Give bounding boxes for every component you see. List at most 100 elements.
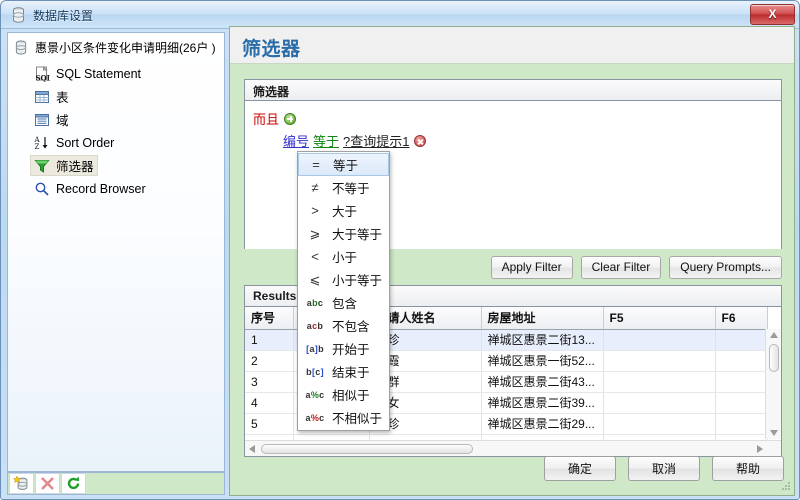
close-button[interactable]: X xyxy=(750,4,795,25)
page-header: 筛选器 xyxy=(230,27,794,64)
column-header-f6[interactable]: F6 xyxy=(715,307,768,330)
operator-option-label: 大于 xyxy=(332,205,358,219)
cell-seq: 4 xyxy=(245,392,294,414)
tree-root-node[interactable]: 惠景小区条件变化申请明细(26户 ) xyxy=(14,39,216,56)
cell-address: 禅城区惠景二街29... xyxy=(481,413,604,435)
less-than-icon: < xyxy=(311,249,319,264)
ends-with-icon: b[c] xyxy=(306,366,324,377)
operator-dropdown-menu[interactable]: = 等于 ≠ 不等于 > 大于 ⩾ 大于等于 < 小于 ⩽ 小于等于 abc 包… xyxy=(297,151,390,431)
greater-or-equal-icon: ⩾ xyxy=(309,225,321,241)
operator-option-ends-with[interactable]: b[c] 结束于 xyxy=(298,360,389,383)
operator-option-not-like[interactable]: a%c 不相似于 xyxy=(298,406,389,429)
scroll-down-arrow-icon xyxy=(770,430,778,436)
cell-address: 禅城区惠景二街13... xyxy=(481,329,604,351)
condition-row[interactable]: 编号 等于 ?查询提示1 xyxy=(283,131,426,150)
cell-f6 xyxy=(715,350,768,372)
svg-text:Z: Z xyxy=(35,143,40,151)
operator-option-greater-than[interactable]: > 大于 xyxy=(298,199,389,222)
sidebar-item-label: 筛选器 xyxy=(56,160,94,174)
funnel-icon xyxy=(34,158,50,174)
apply-filter-button[interactable]: Apply Filter xyxy=(490,255,573,279)
operator-option-label: 等于 xyxy=(333,159,359,173)
cancel-button[interactable]: 取消 xyxy=(628,456,700,481)
operator-option-label: 大于等于 xyxy=(332,228,383,242)
operator-option-starts-with[interactable]: [a]b 开始于 xyxy=(298,337,389,360)
operator-option-label: 结束于 xyxy=(332,366,370,380)
cell-seq: 2 xyxy=(245,350,294,372)
operator-option-equal[interactable]: = 等于 xyxy=(298,153,389,176)
sidebar-item-record-browser[interactable]: Record Browser xyxy=(30,178,150,199)
sidebar-item-label: SQL Statement xyxy=(56,66,141,81)
operator-option-less-or-equal[interactable]: ⩽ 小于等于 xyxy=(298,268,389,291)
title-bar: 数据库设置 X xyxy=(1,1,799,29)
sql-icon: SQL xyxy=(34,65,52,82)
database-settings-window: 数据库设置 X 惠景小区条件变化申请明细(26户 ) SQL SQL State… xyxy=(0,0,800,500)
delete-icon[interactable] xyxy=(35,473,60,494)
sidebar-item-tables[interactable]: 表 xyxy=(30,86,73,107)
less-or-equal-icon: ⩽ xyxy=(309,271,321,287)
column-header-f5[interactable]: F5 xyxy=(603,307,716,330)
scroll-up-arrow-icon xyxy=(770,332,778,338)
refresh-icon[interactable] xyxy=(61,473,86,494)
scroll-right-arrow-icon xyxy=(757,445,763,453)
navigation-tree-panel: 惠景小区条件变化申请明细(26户 ) SQL SQL Statement 表 域… xyxy=(7,32,225,472)
operator-option-like[interactable]: a%c 相似于 xyxy=(298,383,389,406)
cell-f5 xyxy=(603,329,716,351)
query-prompts-button[interactable]: Query Prompts... xyxy=(669,255,782,279)
sidebar-item-label: Record Browser xyxy=(56,181,146,196)
cell-f5 xyxy=(603,371,716,393)
database-icon xyxy=(11,7,26,23)
operator-option-label: 相似于 xyxy=(332,389,370,403)
not-contains-icon: acb xyxy=(306,320,324,331)
remove-condition-icon[interactable] xyxy=(413,134,426,147)
dialog-actions: 确定 取消 帮助 xyxy=(544,456,784,481)
operator-option-label: 不相似于 xyxy=(332,412,383,426)
operator-option-not-contains[interactable]: acb 不包含 xyxy=(298,314,389,337)
column-header-address[interactable]: 房屋地址 xyxy=(481,307,604,330)
sort-az-icon: A Z xyxy=(34,135,50,151)
clear-filter-button[interactable]: Clear Filter xyxy=(580,255,662,279)
tree-toolbar xyxy=(7,472,225,495)
cell-seq: 3 xyxy=(245,371,294,393)
cell-seq: 5 xyxy=(245,413,294,435)
conjunction-row[interactable]: 而且 xyxy=(253,109,297,128)
column-header-seq[interactable]: 序号 xyxy=(245,307,294,330)
new-database-icon[interactable] xyxy=(9,473,34,494)
not-equal-icon: ≠ xyxy=(311,180,319,195)
operator-option-less-than[interactable]: < 小于 xyxy=(298,245,389,268)
cell-f6 xyxy=(715,413,768,435)
ok-button[interactable]: 确定 xyxy=(544,456,616,481)
sidebar-item-sql-statement[interactable]: SQL SQL Statement xyxy=(30,63,145,84)
operator-option-not-equal[interactable]: ≠ 不等于 xyxy=(298,176,389,199)
contains-icon: abc xyxy=(306,297,324,308)
cell-f6 xyxy=(715,392,768,414)
condition-value[interactable]: ?查询提示1 xyxy=(343,131,409,150)
condition-operator[interactable]: 等于 xyxy=(313,131,339,150)
starts-with-icon: [a]b xyxy=(306,343,324,354)
vertical-scroll-thumb[interactable] xyxy=(769,344,779,372)
window-title: 数据库设置 xyxy=(33,9,94,23)
grid-horizontal-scrollbar[interactable] xyxy=(245,440,781,456)
tree-root-label: 惠景小区条件变化申请明细(26户 ) xyxy=(35,41,216,55)
cell-address: 禅城区惠景二街43... xyxy=(481,371,604,393)
resize-grip[interactable] xyxy=(779,481,791,493)
cell-f5 xyxy=(603,350,716,372)
cell-f6 xyxy=(715,329,768,351)
help-button[interactable]: 帮助 xyxy=(712,456,784,481)
sidebar-item-sort-order[interactable]: A Z Sort Order xyxy=(30,132,118,153)
cell-address: 禅城区惠景二街39... xyxy=(481,392,604,414)
add-condition-icon[interactable] xyxy=(284,112,297,125)
operator-option-label: 小于 xyxy=(332,251,358,265)
condition-field[interactable]: 编号 xyxy=(283,131,309,150)
operator-option-greater-or-equal[interactable]: ⩾ 大于等于 xyxy=(298,222,389,245)
sidebar-item-fields[interactable]: 域 xyxy=(30,109,73,130)
conjunction-label[interactable]: 而且 xyxy=(253,109,279,128)
horizontal-scroll-thumb[interactable] xyxy=(261,444,473,454)
sidebar-item-label: 表 xyxy=(56,91,69,105)
filter-group-header: 筛选器 xyxy=(245,80,781,101)
operator-option-contains[interactable]: abc 包含 xyxy=(298,291,389,314)
sidebar-item-filter[interactable]: 筛选器 xyxy=(30,155,98,176)
cell-f5 xyxy=(603,413,716,435)
like-icon: a%c xyxy=(305,389,325,400)
grid-vertical-scrollbar[interactable] xyxy=(765,329,781,439)
